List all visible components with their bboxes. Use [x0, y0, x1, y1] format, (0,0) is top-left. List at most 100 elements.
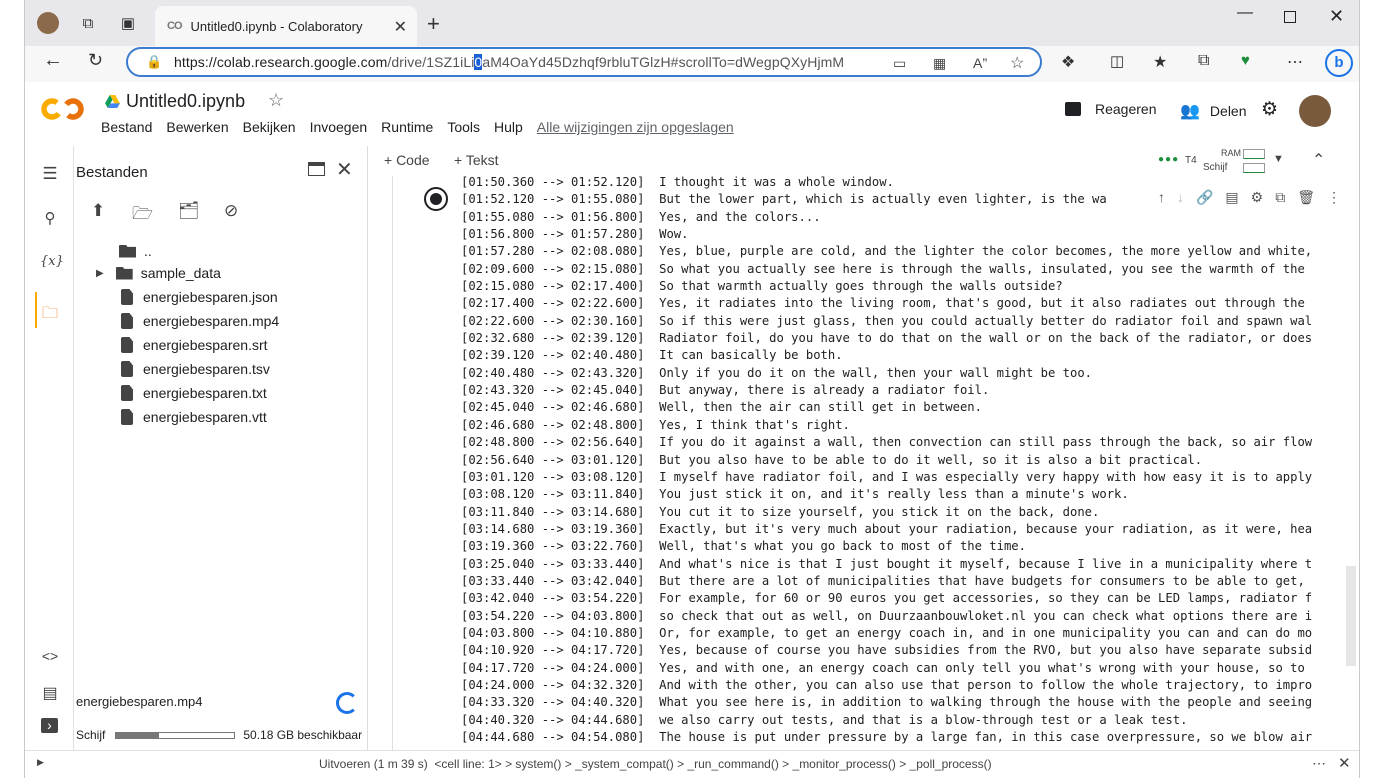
output-line: [03:01.120 --> 03:08.120] I myself have …	[461, 469, 1313, 484]
notebook-title[interactable]: Untitled0.ipynb	[105, 91, 245, 112]
profile-avatar[interactable]	[37, 12, 59, 34]
menu-edit[interactable]: Bewerken	[166, 119, 228, 135]
more-icon[interactable]: ⋯	[1287, 52, 1303, 72]
menu-file[interactable]: Bestand	[101, 119, 152, 135]
close-panel-icon[interactable]: ✕	[336, 157, 353, 182]
browser-essentials-icon[interactable]: ♥	[1241, 52, 1250, 69]
ram-label: RAM	[1221, 148, 1241, 158]
add-text-button[interactable]: + Tekst	[454, 152, 499, 168]
tree-item-file[interactable]: energiebesparen.tsv	[119, 358, 270, 380]
star-notebook-icon[interactable]: ☆	[268, 90, 284, 111]
add-code-button[interactable]: + Code	[384, 152, 430, 168]
tree-item-file[interactable]: energiebesparen.vtt	[119, 406, 267, 428]
new-tab-button[interactable]: +	[427, 11, 440, 37]
cell-more-icon[interactable]: ⋮	[1327, 189, 1341, 206]
file-icon	[121, 337, 133, 353]
favorite-star-icon[interactable]: ☆	[1010, 53, 1024, 73]
favorites-icon[interactable]: ★	[1153, 52, 1167, 72]
parent-folder[interactable]: ..	[119, 240, 152, 262]
upload-file-icon[interactable]: ⬆	[91, 201, 105, 221]
collections-icon[interactable]: ⧉	[1198, 52, 1209, 70]
comment-icon	[1065, 102, 1081, 116]
cell-settings-icon[interactable]: ⚙	[1251, 189, 1264, 206]
terminal-icon[interactable]: ›	[41, 718, 58, 733]
command-palette-icon[interactable]: ▤	[40, 683, 60, 703]
output-line: [02:40.480 --> 02:43.320] Only if you do…	[461, 365, 1093, 380]
disk-usage: Schijf 50.18 GB beschikbaar	[76, 728, 366, 742]
close-tab-icon[interactable]: ✕	[394, 17, 407, 37]
status-more-icon[interactable]: ⋯	[1312, 755, 1326, 772]
cast-icon[interactable]: ▭	[893, 55, 906, 72]
url-field[interactable]: 🔒 https://colab.research.google.com/driv…	[126, 47, 1042, 77]
menu-insert[interactable]: Invoegen	[310, 119, 368, 135]
copilot-icon[interactable]: b	[1325, 49, 1353, 77]
tab-actions-icon[interactable]: ▣	[117, 12, 139, 34]
tree-item-file[interactable]: energiebesparen.txt	[119, 382, 267, 404]
output-line: [03:19.360 --> 03:22.760] Well, that's w…	[461, 539, 1026, 554]
stop-execution-button[interactable]	[424, 187, 448, 211]
code-snippets-icon[interactable]: <>	[40, 648, 60, 664]
status-close-icon[interactable]: ✕	[1338, 754, 1351, 772]
file-icon	[121, 289, 133, 305]
notebook-name: Untitled0.ipynb	[126, 91, 246, 111]
execution-trace[interactable]: Uitvoeren (1 m 39 s) <cell line: 1> > sy…	[319, 757, 992, 771]
split-screen-icon[interactable]: ◫	[1110, 52, 1124, 70]
table-of-contents-icon[interactable]: ☰	[40, 164, 60, 184]
status-expand-icon[interactable]: ▶	[37, 757, 44, 768]
save-status[interactable]: Alle wijzigingen zijn opgeslagen	[537, 119, 734, 135]
variables-icon[interactable]: {x}	[40, 254, 64, 269]
extensions-icon[interactable]: ❖	[1061, 52, 1075, 72]
tree-item-file[interactable]: energiebesparen.mp4	[119, 310, 279, 332]
menu-view[interactable]: Bekijken	[243, 119, 296, 135]
minimize-button[interactable]: —	[1237, 4, 1253, 22]
disk-meter-label: Schijf	[1203, 162, 1228, 173]
settings-gear-icon[interactable]: ⚙	[1261, 98, 1278, 121]
maximize-button[interactable]	[1284, 11, 1296, 23]
disk-label: Schijf	[76, 728, 106, 742]
hide-files-icon[interactable]: ⊘	[224, 201, 238, 221]
delete-cell-icon[interactable]: 🗑	[1297, 189, 1315, 206]
expand-arrow-icon[interactable]: ▶	[96, 268, 104, 279]
file-icon	[121, 361, 133, 377]
output-line: [03:08.120 --> 03:11.840] You just stick…	[461, 487, 1129, 502]
runtime-dropdown-icon[interactable]: ▼	[1273, 153, 1284, 165]
browser-tab[interactable]: CO Untitled0.ipynb - Colaboratory ✕	[155, 6, 417, 46]
collapse-header-icon[interactable]: ⌃	[1312, 150, 1325, 170]
share-button[interactable]: 👥 Delen	[1180, 101, 1247, 121]
menu-runtime[interactable]: Runtime	[381, 119, 433, 135]
folder-up-icon	[119, 244, 136, 258]
ram-meter[interactable]	[1243, 149, 1265, 159]
refresh-folder-icon[interactable]: 🗁	[132, 201, 153, 230]
apps-icon[interactable]: ▦	[933, 55, 946, 72]
add-comment-icon[interactable]: ▤	[1225, 189, 1238, 206]
menu-help[interactable]: Hulp	[494, 119, 523, 135]
folder-icon	[115, 266, 133, 280]
tab-title: Untitled0.ipynb - Colaboratory	[190, 18, 363, 34]
output-line: [04:17.720 --> 04:24.000] Yes, and with …	[461, 660, 1305, 675]
page-scrollbar[interactable]	[1346, 566, 1356, 666]
tree-item-file[interactable]: energiebesparen.json	[119, 286, 278, 308]
reload-icon[interactable]: ↻	[88, 50, 103, 71]
comment-button[interactable]: Reageren	[1065, 101, 1157, 117]
search-icon[interactable]: ⚲	[40, 209, 60, 227]
link-icon[interactable]: 🔗	[1196, 189, 1213, 206]
disk-meter[interactable]	[1243, 163, 1265, 173]
disk-usage-bar	[115, 731, 236, 739]
output-line: [02:22.600 --> 02:30.160] So if this wer…	[461, 313, 1313, 328]
mirror-cell-icon[interactable]: ⧉	[1275, 189, 1285, 206]
close-window-button[interactable]: ✕	[1329, 6, 1344, 27]
output-line: [03:33.440 --> 03:42.040] But there are …	[461, 573, 1305, 588]
account-avatar[interactable]	[1299, 95, 1331, 127]
move-up-icon[interactable]: ↑	[1158, 189, 1165, 205]
tree-item-sample-data[interactable]: ▶ sample_data	[96, 262, 221, 284]
mount-drive-icon[interactable]: 🗂	[178, 201, 200, 221]
workspaces-icon[interactable]: ⧉	[77, 12, 99, 34]
tree-item-file[interactable]: energiebesparen.srt	[119, 334, 268, 356]
open-in-tab-icon[interactable]	[308, 162, 325, 176]
files-folder-icon[interactable]: 🗀	[40, 302, 60, 329]
back-icon[interactable]: ←	[43, 49, 63, 72]
runtime-type[interactable]: T4	[1185, 155, 1197, 166]
move-down-icon[interactable]: ↓	[1177, 189, 1184, 205]
menu-tools[interactable]: Tools	[447, 119, 480, 135]
read-aloud-icon[interactable]: A”	[973, 55, 987, 71]
